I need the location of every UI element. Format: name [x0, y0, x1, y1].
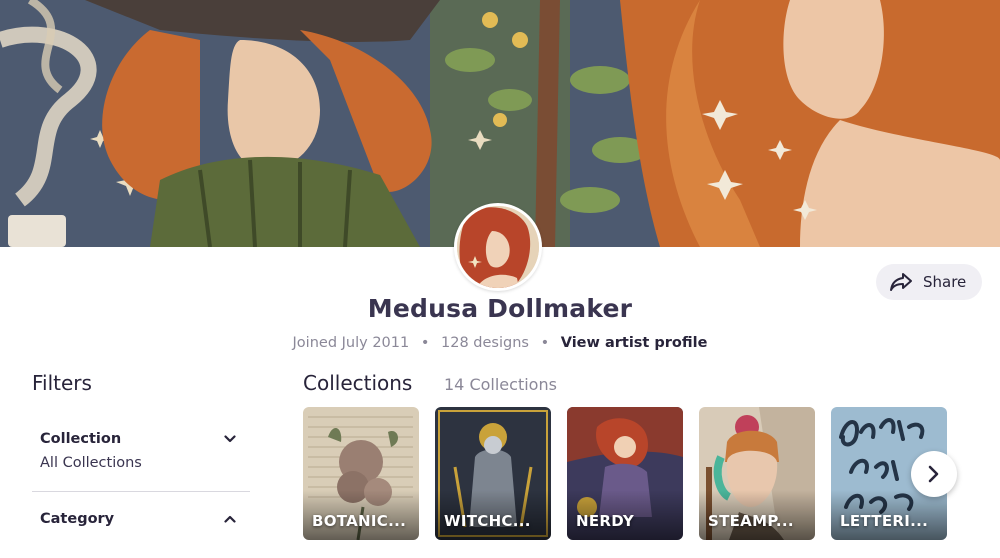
collection-card-label: WITCHC...: [444, 512, 531, 530]
chevron-right-icon: [928, 465, 939, 483]
avatar-image: [457, 206, 539, 288]
share-arrow-icon: [889, 272, 913, 292]
joined-date: Joined July 2011: [292, 335, 410, 351]
collections-title: Collections: [303, 371, 413, 395]
separator-dot: •: [540, 335, 550, 351]
chevron-down-icon: [224, 435, 236, 443]
filters-title: Filters: [32, 371, 92, 395]
collection-card-label: STEAMP...: [708, 512, 794, 530]
collection-filter-toggle[interactable]: Collection: [32, 428, 250, 450]
share-label: Share: [923, 273, 967, 291]
collection-filter-value: All Collections: [40, 455, 142, 471]
view-artist-profile-link[interactable]: View artist profile: [561, 335, 708, 351]
category-filter-label: Category: [40, 511, 115, 527]
category-filter-toggle[interactable]: Category: [32, 508, 250, 530]
collection-card-label: LETTERI...: [840, 512, 929, 530]
separator-dot: •: [420, 335, 430, 351]
collection-filter: Collection All Collections: [32, 428, 250, 471]
collection-card-label: BOTANIC...: [312, 512, 407, 530]
avatar[interactable]: [454, 203, 542, 291]
artist-name: Medusa Dollmaker: [367, 294, 633, 323]
carousel-next-button[interactable]: [911, 451, 957, 497]
collection-card-steampunk[interactable]: STEAMP...: [699, 407, 815, 540]
collection-card-nerdy[interactable]: NERDY: [567, 407, 683, 540]
collection-filter-label: Collection: [40, 431, 122, 447]
collection-card-botanical[interactable]: BOTANIC...: [303, 407, 419, 540]
artist-meta: Joined July 2011 • 128 designs • View ar…: [0, 335, 1000, 351]
chevron-up-icon: [224, 515, 236, 523]
category-filter: Category: [32, 508, 250, 530]
collection-card-label: NERDY: [576, 512, 635, 530]
collections-count: 14 Collections: [444, 375, 557, 394]
filter-divider: [32, 491, 250, 492]
design-count: 128 designs: [441, 335, 529, 351]
collection-card-witchcraft[interactable]: WITCHC...: [435, 407, 551, 540]
